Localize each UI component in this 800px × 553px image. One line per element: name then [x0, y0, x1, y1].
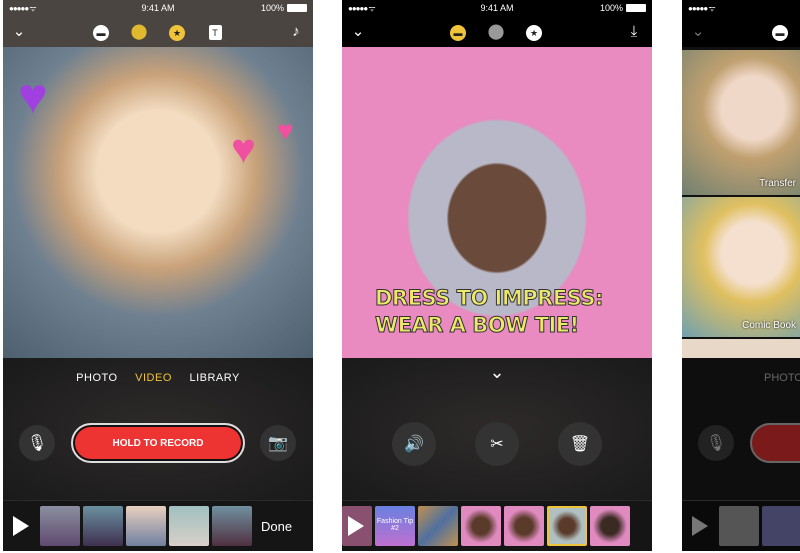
clip-thumbnail-selected[interactable]: [547, 506, 587, 546]
clip-thumbnail[interactable]: [40, 506, 80, 546]
status-time: 9:41 AM: [141, 3, 175, 13]
speech-bubble-icon[interactable]: ▬: [448, 22, 468, 42]
done-button[interactable]: Done: [261, 519, 292, 534]
download-icon[interactable]: ⤓: [624, 22, 644, 42]
filter-label: Comic Book: [742, 320, 796, 331]
top-toolbar: ●●●●● ᯤ 9:41 AM 100% ⌄ ▬ ⬤ ★ ⤓: [342, 0, 652, 47]
clip-timeline: [682, 500, 800, 551]
top-toolbar: ●●●●● ᯤ ⌄ ▬: [682, 0, 800, 47]
mode-video[interactable]: VIDEO: [135, 372, 172, 384]
filters-icon[interactable]: ⬤: [486, 22, 506, 42]
filter-label: Transfer: [759, 178, 796, 189]
speech-bubble-icon[interactable]: ▬: [770, 22, 790, 42]
chevron-down-icon[interactable]: ⌄: [348, 22, 368, 42]
status-bar: ●●●●● ᯤ 9:41 AM 100%: [3, 0, 313, 16]
clip-thumbnail[interactable]: [504, 506, 544, 546]
microphone-button[interactable]: 🎙: [19, 425, 55, 461]
filter-list: Transfer Comic Book: [682, 47, 800, 360]
chevron-down-icon[interactable]: ⌄: [688, 22, 708, 42]
clip-thumbnail[interactable]: [126, 506, 166, 546]
clip-thumbnail[interactable]: [342, 506, 372, 546]
record-label: HOLD TO RECORD: [112, 437, 204, 449]
clip-timeline: Done: [3, 500, 313, 551]
clip-timeline: Fashion Tip #2: [342, 500, 652, 551]
mode-photo[interactable]: PHOTO: [76, 372, 117, 384]
text-icon[interactable]: T: [205, 22, 225, 42]
status-bar: ●●●●● ᯤ 9:41 AM 100%: [342, 0, 652, 16]
signal-indicator: ●●●●● ᯤ: [688, 3, 716, 13]
top-toolbar: ●●●●● ᯤ 9:41 AM 100% ⌄ ▬ ⬤ ★ T ♪: [3, 0, 313, 47]
heart-sticker-purple: ♥: [18, 68, 48, 124]
clip-thumbnail[interactable]: [590, 506, 630, 546]
star-icon[interactable]: ★: [167, 22, 187, 42]
video-caption: DRESS TO IMPRESS: WEAR A BOW TIE!: [375, 285, 604, 339]
speech-bubble-icon[interactable]: ▬: [91, 22, 111, 42]
caption-line-1: DRESS TO IMPRESS:: [375, 286, 604, 311]
filter-item-partial[interactable]: [682, 339, 800, 360]
trash-icon: 🗑: [569, 436, 591, 453]
microphone-icon: 🎙: [705, 435, 727, 452]
speaker-icon: 🔊: [404, 436, 424, 453]
clip-thumbnail-title[interactable]: Fashion Tip #2: [375, 506, 415, 546]
heart-sticker-small: ♥: [277, 115, 294, 146]
trim-button[interactable]: ✂: [475, 422, 519, 466]
clip-thumbnail[interactable]: [212, 506, 252, 546]
phone-screen-record: ●●●●● ᯤ 9:41 AM 100% ⌄ ▬ ⬤ ★ T ♪ ♥ ♥ ♥ P…: [3, 0, 313, 551]
filters-icon[interactable]: ⬤: [129, 22, 149, 42]
clip-thumbnail[interactable]: [418, 506, 458, 546]
clip-thumbnail[interactable]: [461, 506, 501, 546]
status-bar: ●●●●● ᯤ: [682, 0, 800, 16]
play-icon[interactable]: [348, 516, 364, 536]
play-icon[interactable]: [692, 516, 708, 536]
record-controls: PHOTO VIDEO LIBRARY 🎙 HOLD TO RECORD 📷: [3, 358, 313, 500]
collapse-chevron-icon[interactable]: ⌄: [342, 362, 652, 383]
caption-line-2: WEAR A BOW TIE!: [375, 313, 580, 338]
clip-thumbnail[interactable]: [169, 506, 209, 546]
filter-item-transfer[interactable]: Transfer: [682, 50, 800, 195]
phone-screen-filters: ●●●●● ᯤ ⌄ ▬ Transfer Comic Book PHOTO 🎙: [682, 0, 800, 551]
camera-flip-icon: 📷: [268, 435, 288, 452]
clip-thumbnail[interactable]: [719, 506, 759, 546]
play-icon[interactable]: [13, 516, 29, 536]
status-time: 9:41 AM: [480, 3, 514, 13]
chevron-down-icon[interactable]: ⌄: [9, 22, 29, 42]
clip-thumbnail[interactable]: [83, 506, 123, 546]
volume-button[interactable]: 🔊: [392, 422, 436, 466]
hold-to-record-button[interactable]: HOLD TO RECORD: [71, 423, 245, 463]
microphone-icon: 🎙: [26, 435, 48, 452]
edit-controls: ⌄ 🔊 ✂ 🗑: [342, 358, 652, 500]
star-icon[interactable]: ★: [524, 22, 544, 42]
music-note-icon[interactable]: ♪: [286, 22, 306, 42]
video-preview: DRESS TO IMPRESS: WEAR A BOW TIE!: [342, 47, 652, 358]
delete-button[interactable]: 🗑: [558, 422, 602, 466]
clip-thumbnail[interactable]: [762, 506, 800, 546]
microphone-button[interactable]: 🎙: [698, 425, 734, 461]
record-controls: PHOTO 🎙: [682, 358, 800, 500]
heart-sticker-pink: ♥: [231, 125, 256, 172]
mode-photo[interactable]: PHOTO: [764, 372, 800, 384]
hold-to-record-button[interactable]: [750, 423, 800, 463]
flip-camera-button[interactable]: 📷: [260, 425, 296, 461]
phone-screen-edit: ●●●●● ᯤ 9:41 AM 100% ⌄ ▬ ⬤ ★ ⤓ DRESS TO …: [342, 0, 652, 551]
mode-library[interactable]: LIBRARY: [189, 372, 239, 384]
thumb-title: Fashion Tip #2: [376, 518, 414, 532]
scissors-icon: ✂: [490, 436, 504, 453]
filter-item-comic-book[interactable]: Comic Book: [682, 197, 800, 337]
camera-preview: ♥ ♥ ♥: [3, 47, 313, 358]
